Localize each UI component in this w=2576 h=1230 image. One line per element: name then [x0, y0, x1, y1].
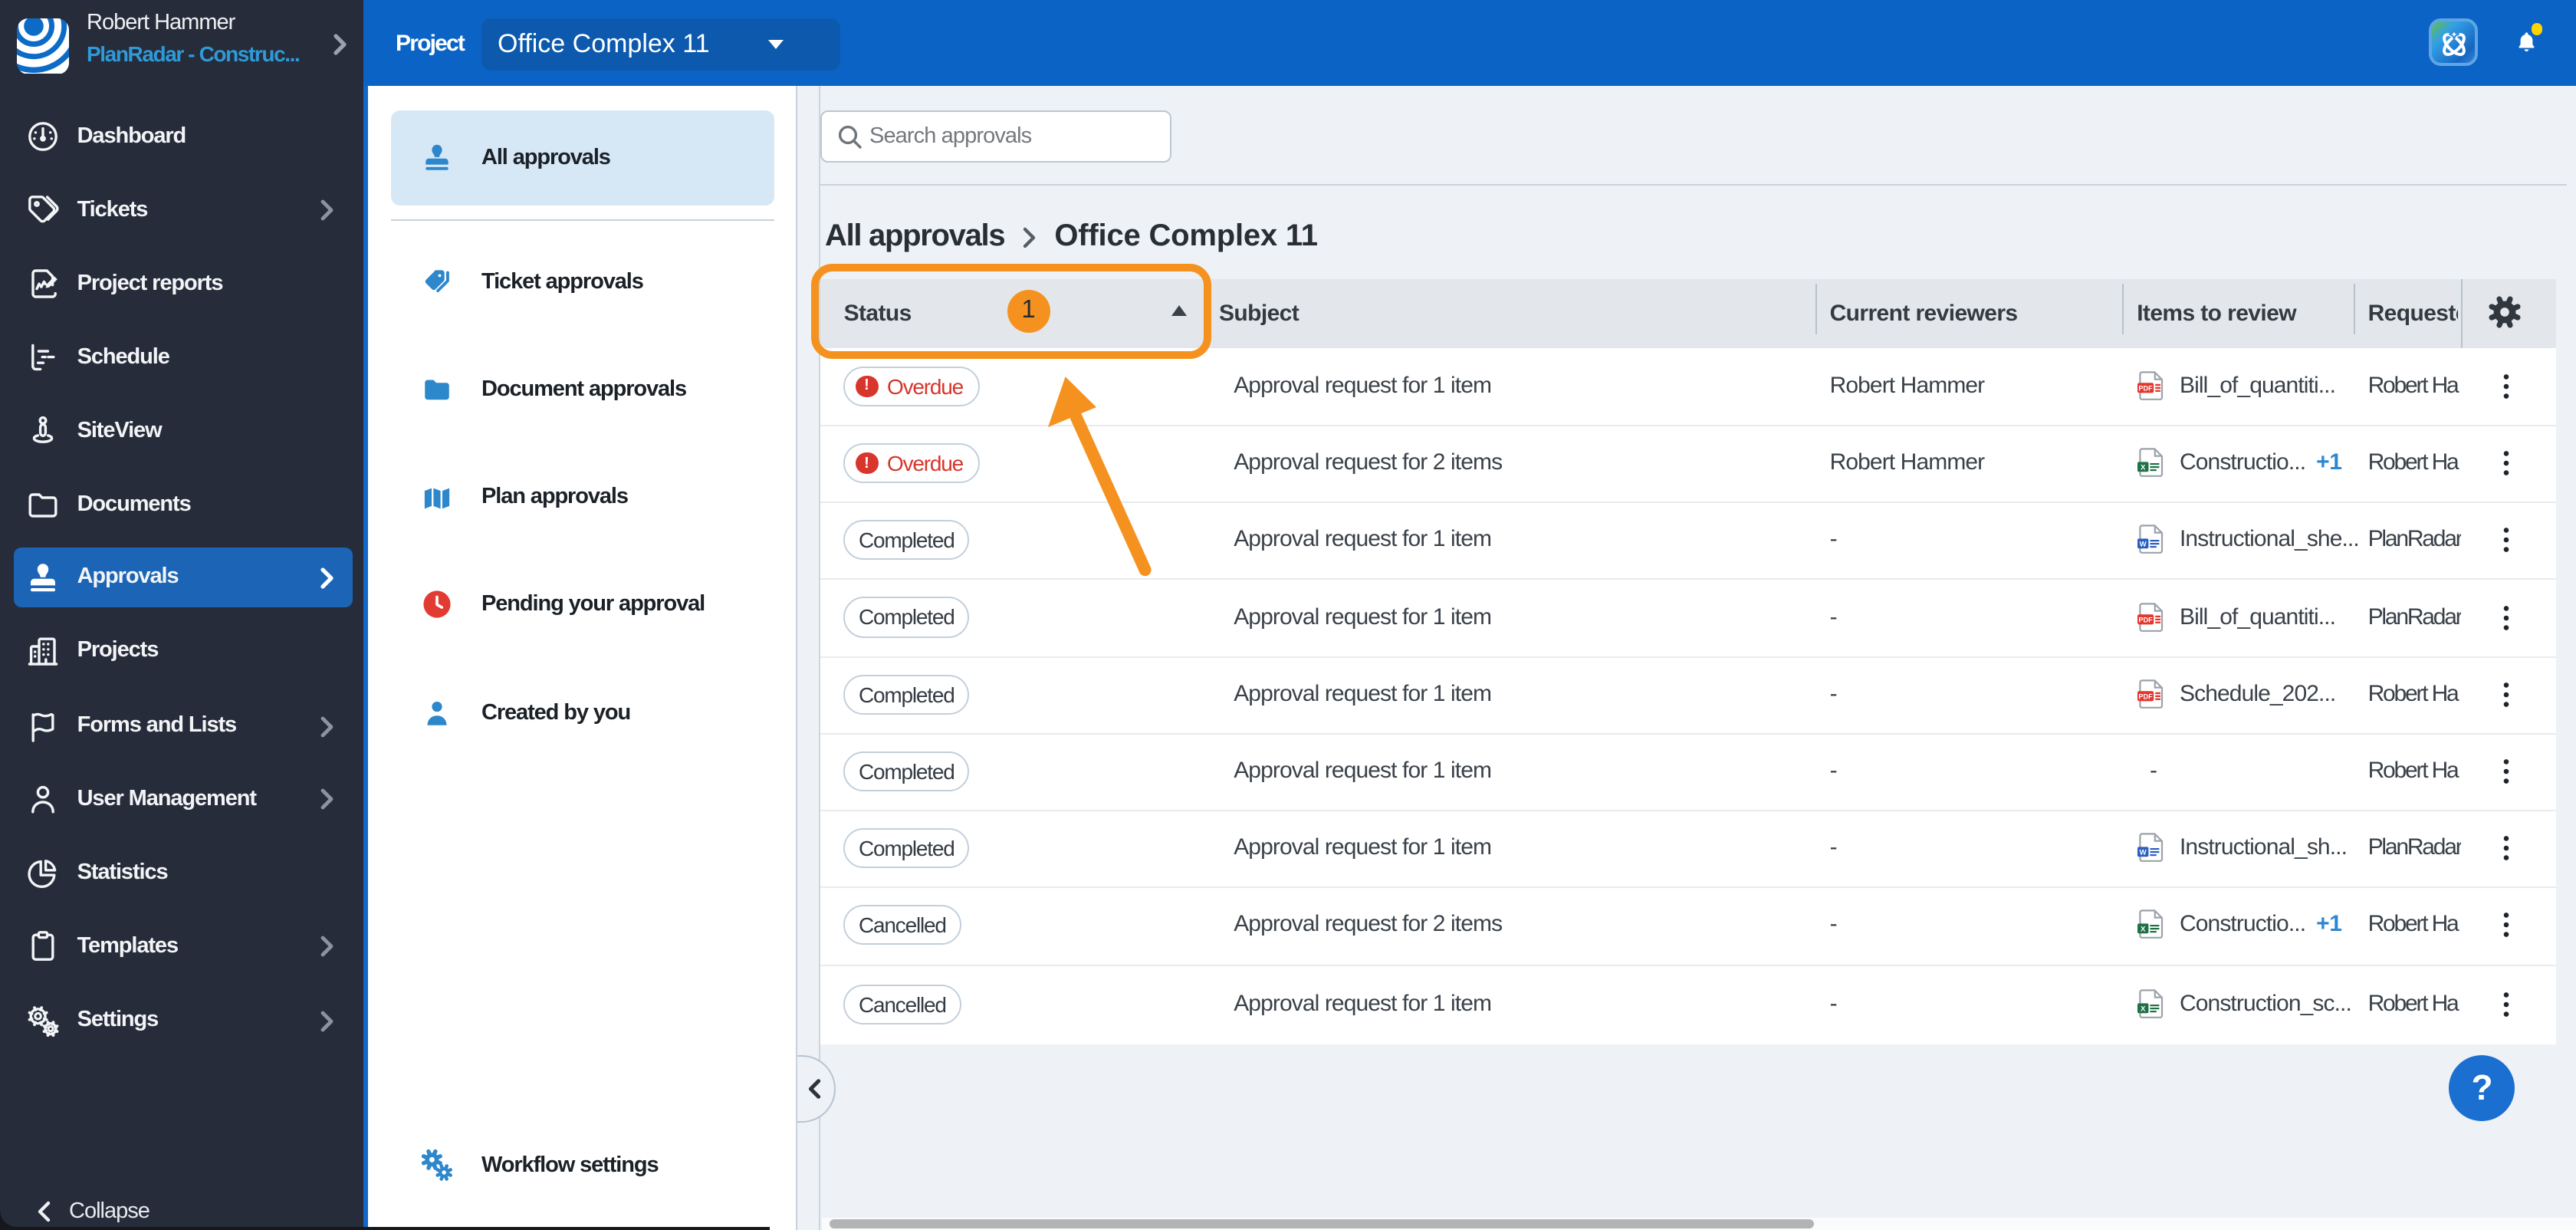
- svg-text:W: W: [2139, 541, 2147, 549]
- svg-text:PDF: PDF: [2137, 384, 2152, 392]
- svg-text:X: X: [2140, 926, 2145, 934]
- svg-text:X: X: [2140, 464, 2145, 472]
- svg-text:PDF: PDF: [2137, 692, 2152, 700]
- svg-text:PDF: PDF: [2137, 615, 2152, 623]
- svg-text:W: W: [2139, 849, 2147, 857]
- svg-text:X: X: [2140, 1005, 2145, 1013]
